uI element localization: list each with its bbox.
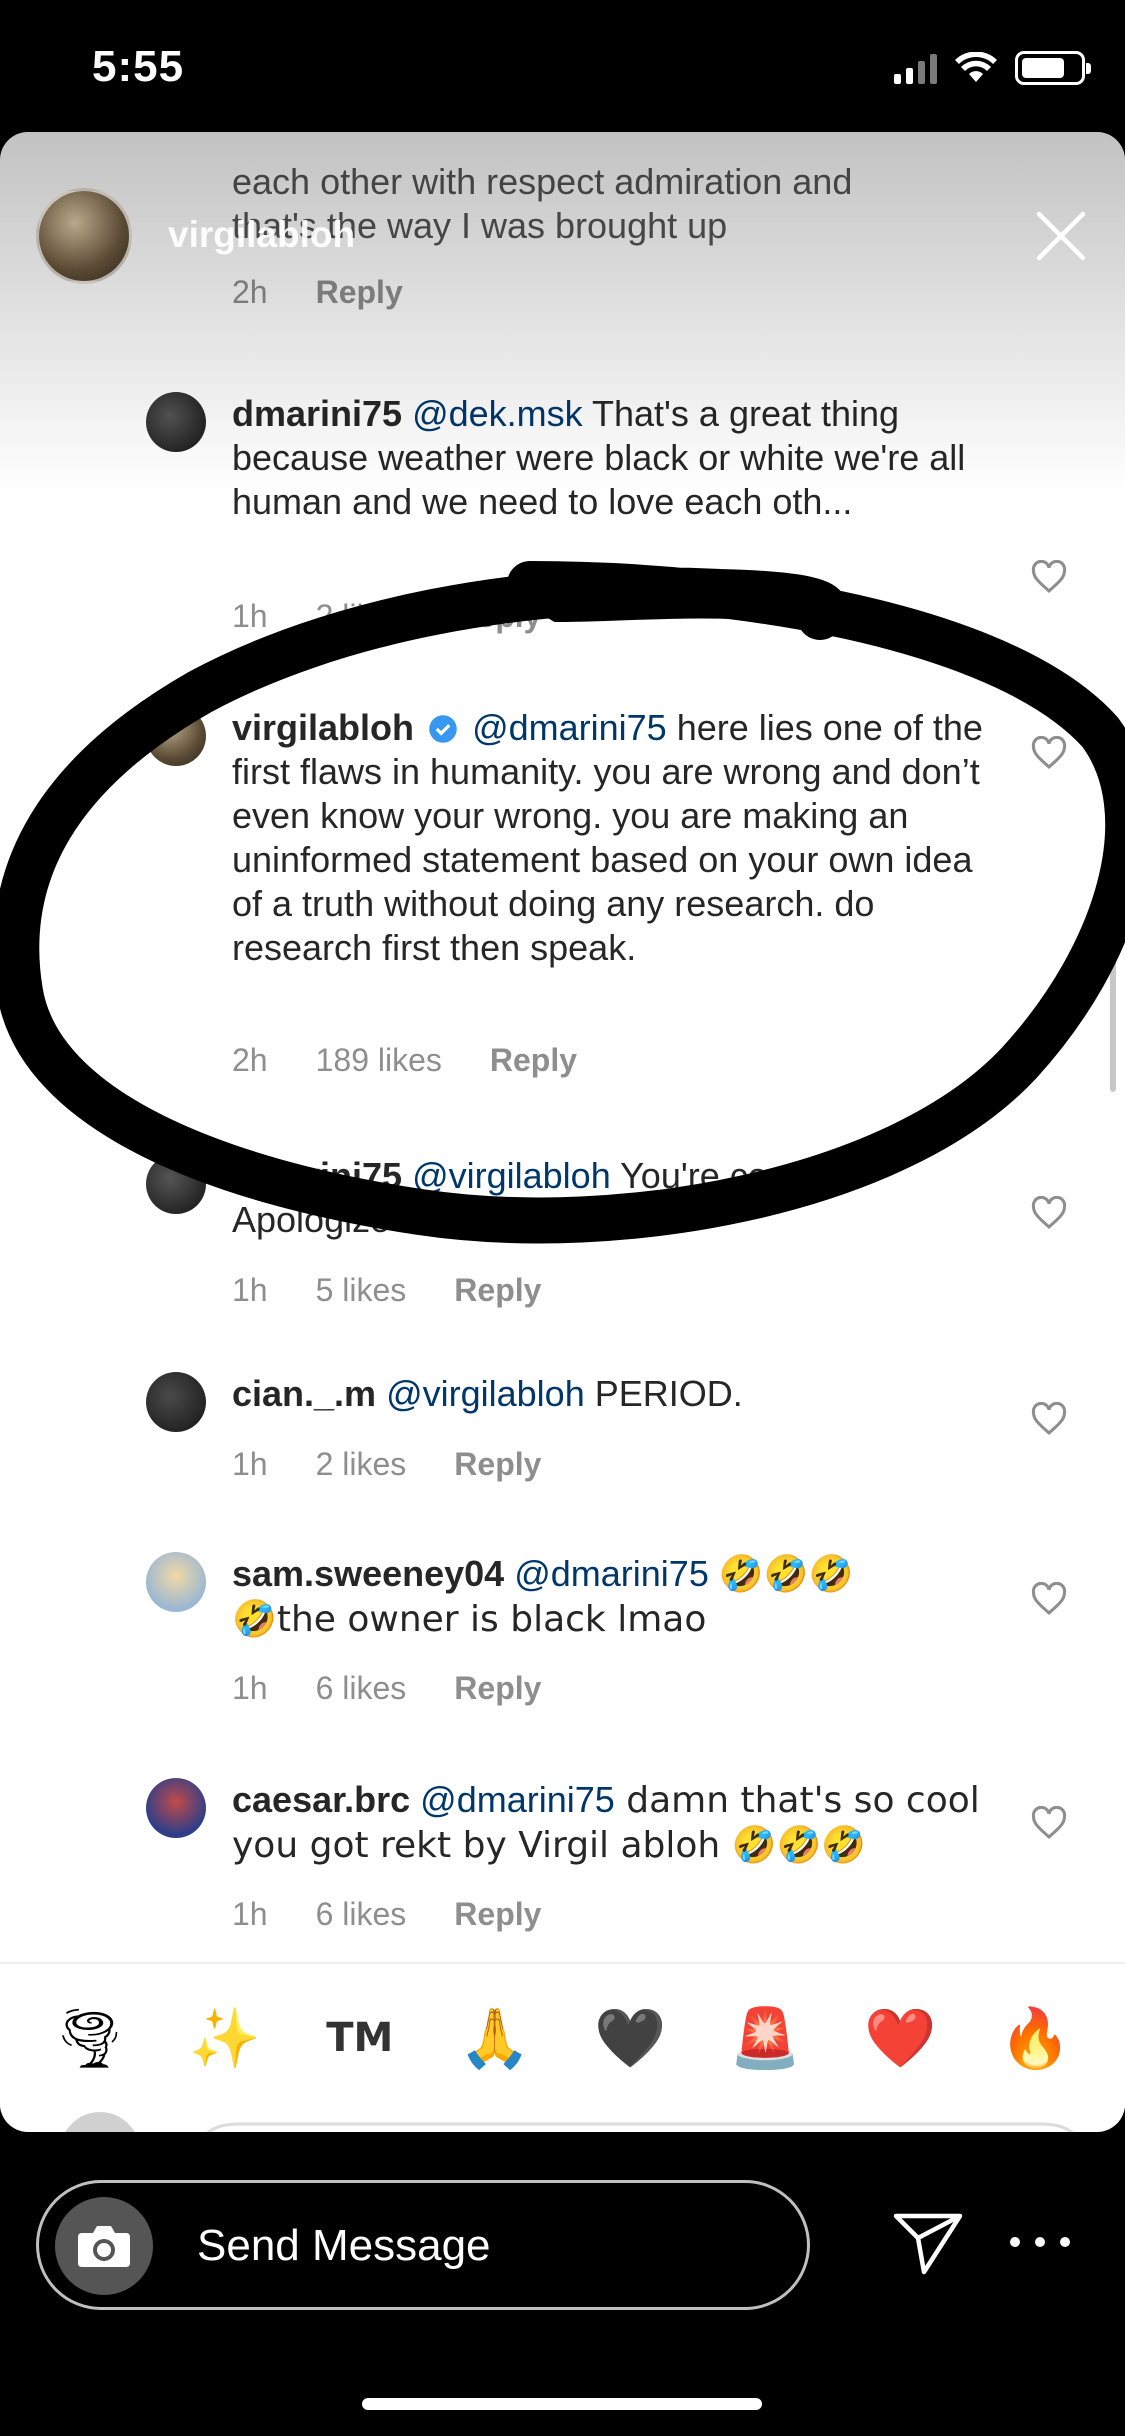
comment-text: virgilabloh @dmarini75 here lies one of … xyxy=(232,707,983,968)
comment-likes[interactable]: 189 likes xyxy=(316,1042,442,1079)
emoji-tornado[interactable]: 🌪 xyxy=(50,2004,130,2073)
verified-icon xyxy=(429,715,457,743)
story-avatar[interactable] xyxy=(36,188,132,284)
reply-button[interactable]: Reply xyxy=(490,1042,577,1079)
wifi-icon xyxy=(955,52,997,82)
signal-icon xyxy=(894,52,937,84)
heart-icon[interactable] xyxy=(1030,560,1068,594)
comment-likes[interactable]: 6 likes xyxy=(316,1896,407,1933)
comment-time: 1h xyxy=(232,1670,268,1706)
heart-icon[interactable] xyxy=(1030,1402,1068,1436)
reply-button[interactable]: Reply xyxy=(454,598,541,635)
status-time: 5:55 xyxy=(92,42,185,91)
comment-meta: 1h 2 likes Reply xyxy=(232,598,541,635)
camera-icon xyxy=(78,2226,130,2267)
avatar[interactable] xyxy=(146,392,206,452)
story-card: each other with respect admiration and t… xyxy=(0,132,1125,2132)
comment-username[interactable]: sam.sweeney04 xyxy=(232,1553,504,1594)
emoji-pray[interactable]: 🙏 xyxy=(455,2004,535,2073)
comment-text: cian._.m @virgilabloh PERIOD. xyxy=(232,1373,743,1414)
avatar[interactable] xyxy=(146,1154,206,1214)
comment-likes[interactable]: 2 likes xyxy=(316,1446,407,1483)
comment-mention[interactable]: @dmarini75 xyxy=(420,1779,615,1820)
story-username[interactable]: virgilabloh xyxy=(168,214,355,256)
story-header: virgilabloh xyxy=(0,132,1125,332)
emoji-quick-bar: 🌪 ✨ TM 🙏 🖤 🚨 ❤️ 🔥 xyxy=(0,1962,1125,2112)
emoji-fire[interactable]: 🔥 xyxy=(995,2004,1075,2073)
avatar[interactable] xyxy=(146,1552,206,1612)
emoji-siren[interactable]: 🚨 xyxy=(725,2004,805,2073)
emoji-black-heart[interactable]: 🖤 xyxy=(590,2004,670,2073)
comment-text: caesar.brc @dmarini75 damn that's so coo… xyxy=(232,1779,980,1866)
heart-icon[interactable] xyxy=(1030,736,1068,770)
comment-meta: 2h 189 likes Reply xyxy=(232,1042,577,1079)
comment-text: sam.sweeney04 @dmarini75 🤣🤣🤣 🤣the owner … xyxy=(232,1553,854,1640)
comment-mention[interactable]: @dmarini75 xyxy=(472,707,667,748)
heart-icon[interactable] xyxy=(1030,1806,1068,1840)
comment-time: 2h xyxy=(232,1042,268,1078)
comment-time: 1h xyxy=(232,1446,268,1482)
emoji-tm[interactable]: TM xyxy=(320,2015,400,2061)
emoji-red-heart[interactable]: ❤️ xyxy=(860,2004,940,2073)
comment-time: 1h xyxy=(232,1272,268,1308)
comment-time: 1h xyxy=(232,598,268,634)
comment-mention[interactable]: @dek.msk xyxy=(412,393,583,434)
story-reply-bar: Send Message xyxy=(0,2132,1125,2436)
reply-button[interactable]: Reply xyxy=(454,1670,541,1707)
reply-button[interactable]: Reply xyxy=(454,1446,541,1483)
comment-mention[interactable]: @dmarini75 xyxy=(514,1553,709,1594)
emoji-sparkles[interactable]: ✨ xyxy=(185,2004,265,2073)
comment-time: 1h xyxy=(232,1896,268,1932)
reply-button[interactable]: Reply xyxy=(454,1272,541,1309)
comment-likes[interactable]: 5 likes xyxy=(316,1272,407,1309)
comment-mention[interactable]: @virgilabloh xyxy=(386,1373,585,1414)
comment-meta: 1h 2 likes Reply xyxy=(232,1446,541,1483)
battery-icon xyxy=(1015,51,1091,85)
comment-composer-peek xyxy=(65,2112,1074,2132)
close-icon[interactable] xyxy=(1029,204,1093,268)
comment-likes[interactable]: 2 likes xyxy=(316,598,407,635)
comment-text: dmarini75 @dek.msk That's a great thing … xyxy=(232,393,966,522)
comment-likes[interactable]: 6 likes xyxy=(316,1670,407,1707)
heart-icon[interactable] xyxy=(1030,1582,1068,1616)
send-icon[interactable] xyxy=(888,2202,968,2282)
scroll-indicator[interactable] xyxy=(1110,812,1116,1092)
comment-username[interactable]: caesar.brc xyxy=(232,1779,410,1820)
send-message-field[interactable]: Send Message xyxy=(36,2180,810,2310)
status-icons xyxy=(894,48,1091,88)
avatar[interactable] xyxy=(146,1372,206,1432)
comment-meta: 1h 5 likes Reply xyxy=(232,1272,541,1309)
more-icon[interactable] xyxy=(1010,2232,1070,2252)
comment-meta: 1h 6 likes Reply xyxy=(232,1670,541,1707)
comment-username[interactable]: dmarini75 xyxy=(232,1155,402,1196)
camera-button[interactable] xyxy=(55,2197,153,2295)
home-indicator xyxy=(362,2398,762,2410)
comment-mention[interactable]: @virgilabloh xyxy=(412,1155,611,1196)
comment-text: dmarini75 @virgilabloh You're correct. A… xyxy=(232,1155,850,1240)
comment-username[interactable]: virgilabloh xyxy=(232,707,414,748)
reply-button[interactable]: Reply xyxy=(454,1896,541,1933)
avatar[interactable] xyxy=(146,706,206,766)
status-bar: 5:55 xyxy=(0,0,1125,140)
avatar[interactable] xyxy=(146,1778,206,1838)
comment-username[interactable]: dmarini75 xyxy=(232,393,402,434)
comment-username[interactable]: cian._.m xyxy=(232,1373,376,1414)
heart-icon[interactable] xyxy=(1030,1196,1068,1230)
send-message-placeholder: Send Message xyxy=(197,2221,491,2270)
comment-meta: 1h 6 likes Reply xyxy=(232,1896,541,1933)
